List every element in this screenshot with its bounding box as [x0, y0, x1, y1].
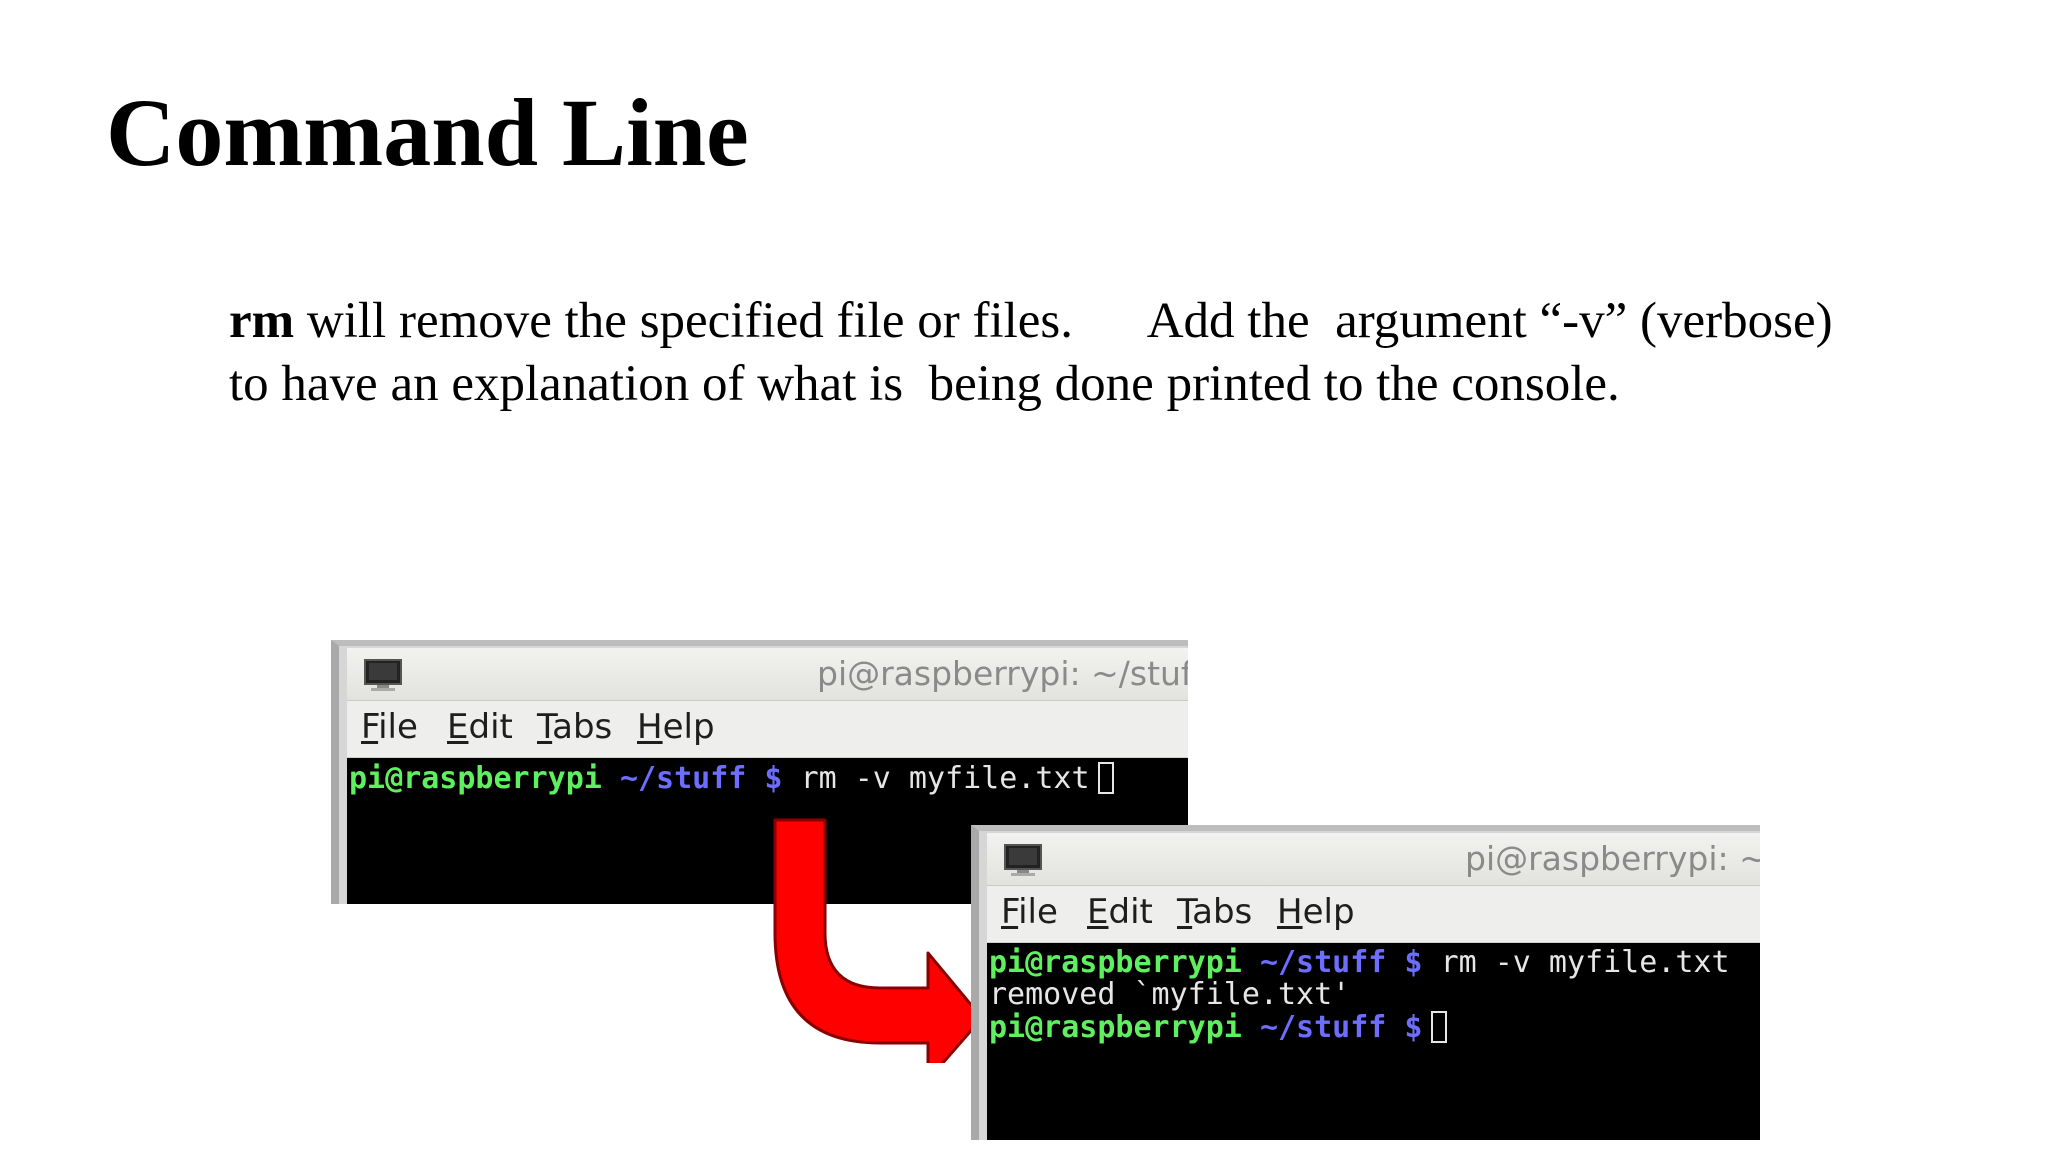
menu-file[interactable]: File [1001, 892, 1058, 932]
menu-help[interactable]: Help [1277, 892, 1355, 932]
terminal-title: pi@raspberrypi: ~/stuff [817, 654, 1188, 693]
typed-command: rm -v myfile.txt [800, 761, 1090, 796]
prompt-path: ~/stuff $ [1259, 945, 1423, 980]
monitor-icon [1004, 844, 1042, 876]
terminal-line: pi@raspberrypi ~/stuff $ [989, 1011, 1447, 1044]
rm-command-term: rm [229, 293, 295, 349]
terminal-line: removed `myfile.txt' [989, 979, 1350, 1011]
menu-tabs[interactable]: Tabs [537, 707, 612, 747]
menu-help[interactable]: Help [637, 707, 715, 747]
menu-tabs[interactable]: Tabs [1177, 892, 1252, 932]
menu-file[interactable]: File [361, 707, 418, 747]
prompt-path: ~/stuff $ [619, 761, 783, 796]
prompt-user: pi@raspberrypi [989, 1010, 1242, 1045]
terminal-window-after: pi@raspberrypi: ~/s File Edit Tabs Help … [971, 825, 1760, 1140]
menu-edit[interactable]: Edit [1087, 892, 1153, 932]
prompt-path: ~/stuff $ [1259, 1010, 1423, 1045]
terminal-line: pi@raspberrypi ~/stuff $ rm -v myfile.tx… [989, 947, 1730, 979]
terminal-menubar: File Edit Tabs Help [987, 886, 1760, 943]
terminal-line: pi@raspberrypi ~/stuff $ rm -v myfile.tx… [349, 762, 1114, 795]
terminal-screen[interactable]: pi@raspberrypi ~/stuff $ rm -v myfile.tx… [987, 943, 1760, 1140]
body-line-1: rm will remove the specified file or fil… [229, 290, 1929, 353]
terminal-menubar: File Edit Tabs Help [347, 701, 1188, 758]
red-bent-arrow-icon [773, 818, 984, 1063]
menu-edit[interactable]: Edit [447, 707, 513, 747]
slide-title: Command Line [106, 79, 749, 186]
typed-command: rm -v myfile.txt [1440, 945, 1730, 980]
text-cursor [1097, 762, 1114, 794]
terminal-titlebar[interactable]: pi@raspberrypi: ~/stuff [347, 648, 1188, 701]
terminal-title: pi@raspberrypi: ~/s [1465, 839, 1760, 878]
text-cursor [1430, 1011, 1447, 1043]
prompt-user: pi@raspberrypi [349, 761, 602, 796]
prompt-user: pi@raspberrypi [989, 945, 1242, 980]
command-output: removed `myfile.txt' [989, 977, 1351, 1012]
terminal-titlebar[interactable]: pi@raspberrypi: ~/s [987, 833, 1760, 886]
body-line-1-text: will remove the specified file or files.… [294, 293, 1833, 349]
monitor-icon [364, 659, 402, 691]
slide-body: rm will remove the specified file or fil… [229, 290, 1929, 416]
body-line-2: to have an explanation of what is being … [229, 356, 1620, 412]
